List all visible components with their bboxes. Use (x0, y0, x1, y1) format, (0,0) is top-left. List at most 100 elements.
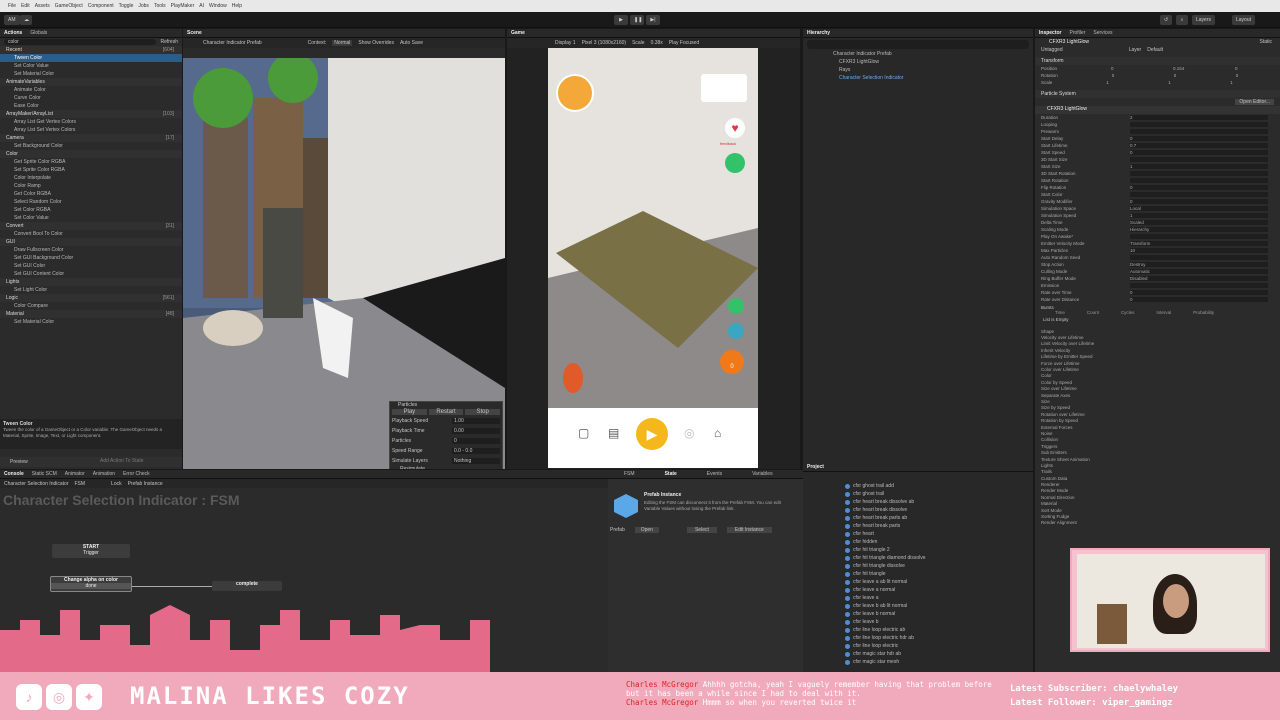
action-category[interactable]: AnimateVariables (0, 78, 182, 86)
menu-item-toggle[interactable]: Toggle (119, 3, 134, 9)
tab-actions[interactable]: Actions (4, 30, 22, 36)
hierarchy-search-input[interactable] (807, 40, 1029, 49)
action-item[interactable]: Set GUI Content Color (0, 270, 182, 278)
project-item[interactable]: cfxr ghost trail (803, 490, 1033, 498)
pause-icon[interactable]: ❚❚ (630, 15, 644, 25)
action-item[interactable]: Curve Color (0, 94, 182, 102)
action-category[interactable]: Convert [31] (0, 222, 182, 230)
project-item[interactable]: cfxr hit triangle dissolve (803, 562, 1033, 570)
project-item[interactable]: cfxr line loop electric (803, 642, 1033, 650)
action-category[interactable]: Lights (0, 278, 182, 286)
property-value[interactable] (1130, 157, 1268, 162)
transform-position-x[interactable]: 0 (1111, 66, 1151, 71)
scene-view[interactable]: Scene Character Indicator Prefab Context… (183, 29, 505, 469)
project-item[interactable]: cfxr heart break parts ab (803, 514, 1033, 522)
edit-instance-button[interactable]: Edit Instance (726, 527, 772, 533)
property-value[interactable]: Scaled (1130, 220, 1268, 225)
action-item[interactable]: Get Color RGBA (0, 190, 182, 198)
static-toggle[interactable]: Static (1259, 39, 1272, 45)
house-icon[interactable]: ⌂ (714, 426, 721, 440)
menu-item-gameobject[interactable]: GameObject (55, 3, 83, 9)
transform-rotation-y[interactable]: 0 (1174, 73, 1214, 78)
action-item[interactable]: Color Interpolate (0, 174, 182, 182)
open-button[interactable]: Open (634, 527, 659, 533)
hierarchy-item[interactable]: Character Selection Indicator (803, 75, 1033, 83)
action-item[interactable]: Set Sprite Color RGBA (0, 166, 182, 174)
transform-position-y[interactable]: 0.154 (1173, 66, 1213, 71)
tab-console[interactable]: Console (4, 471, 24, 477)
show-overrides-button[interactable]: Show Overrides (358, 40, 394, 46)
particles-restart-button[interactable]: Restart (428, 409, 464, 415)
tab-hierarchy[interactable]: Hierarchy (807, 30, 830, 36)
project-item[interactable]: cfxr heart break dissolve (803, 506, 1033, 514)
project-item[interactable]: cfxr leave a (803, 594, 1033, 602)
action-item[interactable]: Get Sprite Color RGBA (0, 158, 182, 166)
transform-scale-x[interactable]: 1 (1106, 80, 1146, 85)
fsm-crumb[interactable]: FSM (74, 481, 85, 487)
select-button[interactable]: Select (686, 527, 717, 533)
cloud-icon[interactable]: ☁ (20, 15, 32, 25)
action-category[interactable]: Material [48] (0, 310, 182, 318)
search-icon[interactable]: ⌕ (1176, 15, 1188, 25)
property-value[interactable] (1130, 171, 1268, 176)
tag-dropdown[interactable]: Untagged (1041, 47, 1063, 53)
action-item[interactable]: Color Compare (0, 302, 182, 310)
menu-item-playmaker[interactable]: PlayMaker (171, 3, 195, 9)
action-item[interactable]: Set Color Value (0, 62, 182, 70)
fire-counter[interactable]: 0 (720, 350, 744, 374)
particles-stop-button[interactable]: Stop (465, 409, 501, 415)
tab-animator[interactable]: Animator (65, 471, 85, 477)
particle-row-value[interactable]: 0 (452, 438, 500, 444)
transform-rotation-x[interactable]: 0 (1112, 73, 1152, 78)
property-value[interactable]: Disabled (1130, 276, 1268, 281)
layers-dropdown[interactable]: Layers (1192, 15, 1216, 25)
list-icon[interactable] (728, 298, 744, 314)
menu-item-component[interactable]: Component (88, 3, 114, 9)
property-value[interactable] (1130, 192, 1268, 197)
particle-checkbox[interactable]: Resimulate (390, 466, 502, 469)
action-item[interactable]: Select Random Color (0, 198, 182, 206)
property-value[interactable]: Hierarchy (1130, 227, 1268, 232)
property-value[interactable]: 0.7 (1130, 143, 1268, 148)
auto-save-toggle[interactable]: Auto Save (400, 40, 423, 46)
open-editor-button[interactable]: Open Editor... (1235, 99, 1274, 105)
action-item[interactable]: Array List Set Vertex Colors (0, 126, 182, 134)
game-view[interactable]: Game Display 1 Pixel 3 (1080x2160) Scale… (507, 29, 800, 469)
fsm-breadcrumb[interactable]: Character Selection Indicator (4, 481, 68, 487)
action-category[interactable]: ArrayMaker/ArrayList [103] (0, 110, 182, 118)
scene-render[interactable]: Particles Play Restart Stop Playback Spe… (183, 53, 505, 469)
hierarchy-item[interactable]: Rays (803, 67, 1033, 75)
property-value[interactable]: 0 (1130, 290, 1268, 295)
project-item[interactable]: cfxr magic star hdr ab (803, 650, 1033, 658)
tab-services[interactable]: Services (1093, 30, 1112, 36)
menu-item-help[interactable]: Help (232, 3, 242, 9)
project-item[interactable]: cfxr leave b normal (803, 610, 1033, 618)
history-icon[interactable]: ↺ (1160, 15, 1172, 25)
project-item[interactable]: cfxr hidden (803, 538, 1033, 546)
object-name[interactable]: CFXR3 LightGlow (1049, 39, 1089, 45)
property-value[interactable] (1130, 283, 1268, 288)
tab-animation[interactable]: Animation (93, 471, 115, 477)
project-item[interactable]: cfxr line loop electric ab (803, 626, 1033, 634)
action-item[interactable]: Set GUI Background Color (0, 254, 182, 262)
project-item[interactable]: cfxr hit triangle diamond dissolve (803, 554, 1033, 562)
project-item[interactable]: cfxr leave b ab lit normal (803, 602, 1033, 610)
action-item[interactable]: Animate Color (0, 86, 182, 94)
tab-static-scm[interactable]: Static SCM (32, 471, 57, 477)
particle-row-value[interactable]: Nothing (452, 458, 500, 464)
lock-toggle[interactable]: Lock (111, 481, 122, 487)
module-row[interactable]: Render Alignment (1035, 520, 1280, 526)
hierarchy-item[interactable]: Character Indicator Prefab (803, 51, 1033, 59)
menu-item-assets[interactable]: Assets (35, 3, 50, 9)
menu-item-jobs[interactable]: Jobs (138, 3, 149, 9)
action-item[interactable]: Array List Get Vertex Colors (0, 118, 182, 126)
project-item[interactable]: cfxr leave b (803, 618, 1033, 626)
property-value[interactable] (1130, 234, 1268, 239)
display-dropdown[interactable]: Display 1 (555, 40, 576, 46)
property-value[interactable] (1130, 178, 1268, 183)
action-item[interactable]: Set Color Value (0, 214, 182, 222)
property-value[interactable]: 2 (1130, 115, 1268, 120)
menu-item-file[interactable]: File (8, 3, 16, 9)
menu-item-tools[interactable]: Tools (154, 3, 166, 9)
bag-icon[interactable]: ▢ (578, 426, 589, 440)
